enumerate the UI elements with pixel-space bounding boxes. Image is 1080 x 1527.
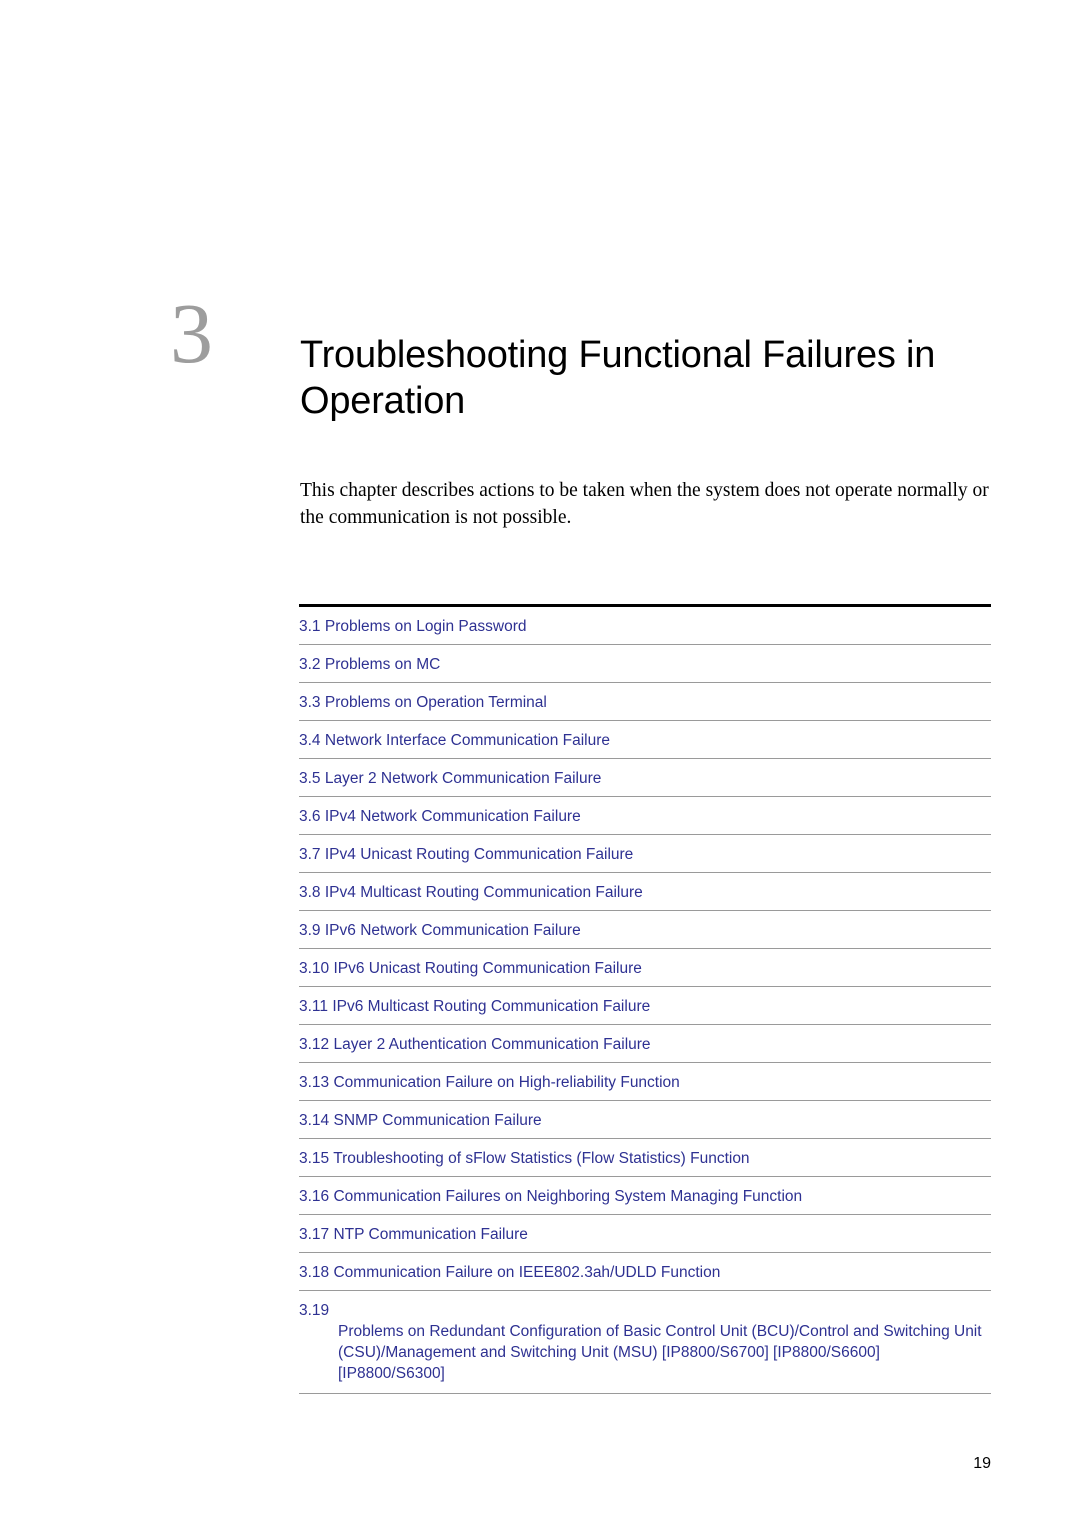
toc-entry-number: 3.15 [299,1150,330,1167]
chapter-number: 3 [170,285,213,381]
toc-entry-label: NTP Communication Failure [333,1226,528,1243]
toc-entry-number: 3.11 [299,998,329,1015]
toc-entry-3-15[interactable]: 3.15 Troubleshooting of sFlow Statistics… [299,1139,991,1177]
toc-entry-number: 3.16 [299,1188,330,1205]
toc-entry-number: 3.12 [299,1036,330,1053]
toc-entry-number: 3.4 [299,732,321,749]
page-number: 19 [973,1455,991,1472]
toc-entry-label: Problems on MC [324,656,441,673]
toc-entry-3-19[interactable]: 3.19 Problems on Redundant Configuration… [299,1291,991,1394]
toc-entry-number: 3.18 [299,1264,330,1281]
toc-entry-3-3[interactable]: 3.3 Problems on Operation Terminal [299,683,991,721]
toc-entry-3-7[interactable]: 3.7 IPv4 Unicast Routing Communication F… [299,835,991,873]
toc-entry-label: IPv4 Multicast Routing Communication Fai… [324,884,643,901]
toc-entry-number: 3.7 [299,846,321,863]
toc-entry-number: 3.19 [299,1302,330,1319]
toc-entry-label: IPv4 Network Communication Failure [324,808,581,825]
toc-entry-label: Layer 2 Authentication Communication Fai… [333,1036,651,1053]
toc-entry-3-4[interactable]: 3.4 Network Interface Communication Fail… [299,721,991,759]
toc-entry-number: 3.8 [299,884,321,901]
toc-entry-number: 3.10 [299,960,330,977]
toc-entry-label: Layer 2 Network Communication Failure [324,770,602,787]
toc-entry-3-9[interactable]: 3.9 IPv6 Network Communication Failure [299,911,991,949]
toc-entry-number: 3.9 [299,922,321,939]
toc-entry-3-1[interactable]: 3.1 Problems on Login Password [299,607,991,645]
toc-entry-3-5[interactable]: 3.5 Layer 2 Network Communication Failur… [299,759,991,797]
toc-entry-3-12[interactable]: 3.12 Layer 2 Authentication Communicatio… [299,1025,991,1063]
toc-entry-number: 3.17 [299,1226,330,1243]
toc-entry-label: Communication Failures on Neighboring Sy… [333,1188,803,1205]
toc-entry-label: IPv6 Unicast Routing Communication Failu… [333,960,642,977]
toc-entry-label: Problems on Operation Terminal [324,694,547,711]
toc-entry-3-18[interactable]: 3.18 Communication Failure on IEEE802.3a… [299,1253,991,1291]
toc-entry-number: 3.3 [299,694,321,711]
toc-entry-3-2[interactable]: 3.2 Problems on MC [299,645,991,683]
toc-entry-number: 3.2 [299,656,321,673]
toc-entry-3-13[interactable]: 3.13 Communication Failure on High-relia… [299,1063,991,1101]
toc-entry-label: Communication Failure on IEEE802.3ah/UDL… [333,1264,721,1281]
toc-entry-label: Network Interface Communication Failure [324,732,611,749]
toc-entry-number: 3.14 [299,1112,330,1129]
document-page: 3 Troubleshooting Functional Failures in… [0,0,1080,1527]
toc-entry-label: IPv4 Unicast Routing Communication Failu… [324,846,634,863]
toc-entry-number: 3.1 [299,618,321,635]
toc-entry-label: Communication Failure on High-reliabilit… [333,1074,680,1091]
toc-entry-3-17[interactable]: 3.17 NTP Communication Failure [299,1215,991,1253]
toc-entry-3-10[interactable]: 3.10 IPv6 Unicast Routing Communication … [299,949,991,987]
toc-entry-number: 3.13 [299,1074,330,1091]
toc-entry-3-11[interactable]: 3.11 IPv6 Multicast Routing Communicatio… [299,987,991,1025]
toc-entry-number: 3.6 [299,808,321,825]
toc-entry-label: Problems on Login Password [324,618,527,635]
toc-entry-label: Troubleshooting of sFlow Statistics (Flo… [333,1150,750,1167]
toc-entry-label: SNMP Communication Failure [333,1112,542,1129]
toc-entry-3-14[interactable]: 3.14 SNMP Communication Failure [299,1101,991,1139]
toc-entry-3-6[interactable]: 3.6 IPv4 Network Communication Failure [299,797,991,835]
toc-entry-label: Problems on Redundant Configuration of B… [338,1323,986,1382]
page-title: Troubleshooting Functional Failures in O… [300,334,936,422]
chapter-intro-text: This chapter describes actions to be tak… [300,480,989,528]
table-of-contents: 3.1 Problems on Login Password 3.2 Probl… [299,604,991,1394]
toc-entry-3-8[interactable]: 3.8 IPv4 Multicast Routing Communication… [299,873,991,911]
toc-entry-3-16[interactable]: 3.16 Communication Failures on Neighbori… [299,1177,991,1215]
toc-entry-number: 3.5 [299,770,321,787]
toc-entry-label: IPv6 Multicast Routing Communication Fai… [332,998,651,1015]
toc-entry-label: IPv6 Network Communication Failure [324,922,581,939]
